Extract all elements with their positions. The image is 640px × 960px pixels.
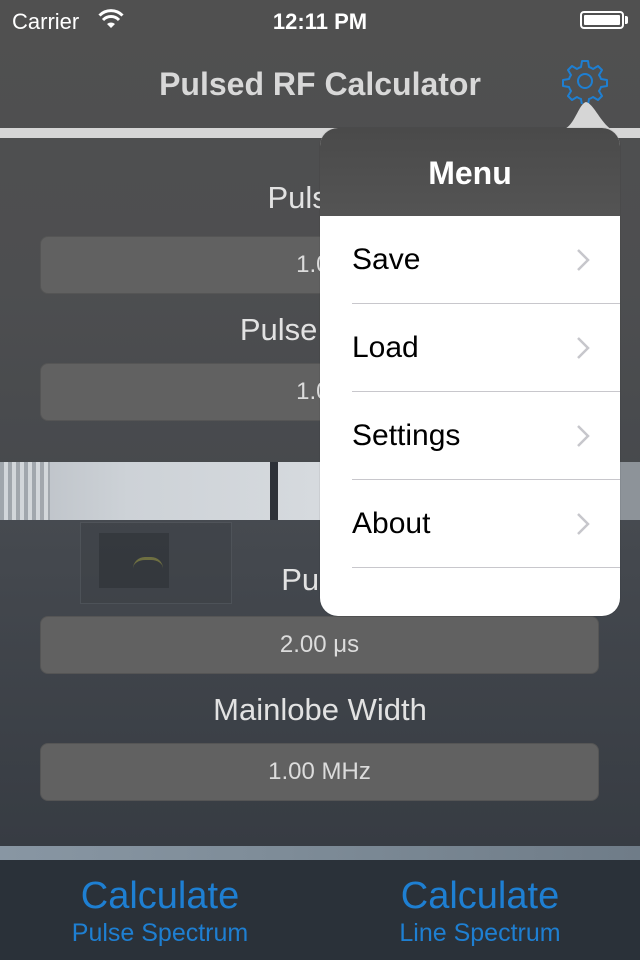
window-post [270, 462, 278, 520]
menu-item-settings[interactable]: Settings [320, 392, 620, 480]
calculate-pulse-spectrum-button[interactable]: Calculate Pulse Spectrum [0, 874, 320, 948]
clock: 12:11 PM [272, 9, 368, 34]
rack-decoration [0, 462, 50, 520]
chevron-right-icon [577, 425, 590, 447]
button-subtitle: Pulse Spectrum [71, 919, 249, 947]
menu-item-save[interactable]: Save [320, 216, 620, 304]
chevron-right-icon [577, 249, 590, 271]
menu-item-empty [320, 568, 620, 616]
button-subtitle: Line Spectrum [399, 919, 561, 947]
page-title: Pulsed RF Calculator [159, 66, 481, 102]
calculate-line-spectrum-button[interactable]: Calculate Line Spectrum [320, 874, 640, 948]
button-title: Calculate [80, 875, 240, 917]
menu-item-label: Settings [352, 419, 461, 452]
popover-arrow [560, 102, 612, 130]
field-pulse-period[interactable]: 2.00 μs [40, 616, 599, 674]
menu-title: Menu [320, 128, 620, 216]
battery-icon [580, 11, 624, 29]
battery-tip [625, 16, 628, 24]
menu-item-label: About [352, 507, 431, 540]
field-label-mainlobe-width: Mainlobe Width [213, 692, 427, 727]
bottom-toolbar: Calculate Pulse Spectrum Calculate Line … [0, 860, 640, 960]
navigation-bar: Pulsed RF Calculator [0, 40, 640, 128]
menu-item-label: Save [352, 243, 421, 276]
menu-item-load[interactable]: Load [320, 304, 620, 392]
menu-item-about[interactable]: About [320, 480, 620, 568]
menu-item-label: Load [352, 331, 419, 364]
field-mainlobe-width[interactable]: 1.00 MHz [40, 743, 599, 801]
chevron-right-icon [577, 513, 590, 535]
battery-fill [584, 15, 620, 25]
button-title: Calculate [400, 875, 560, 917]
status-bar: Carrier 12:11 PM [0, 0, 640, 40]
chevron-right-icon [577, 337, 590, 359]
toolbar-divider [0, 846, 640, 860]
menu-popover: Menu Save Load Settings About [320, 128, 620, 616]
rack-decoration [620, 462, 640, 520]
